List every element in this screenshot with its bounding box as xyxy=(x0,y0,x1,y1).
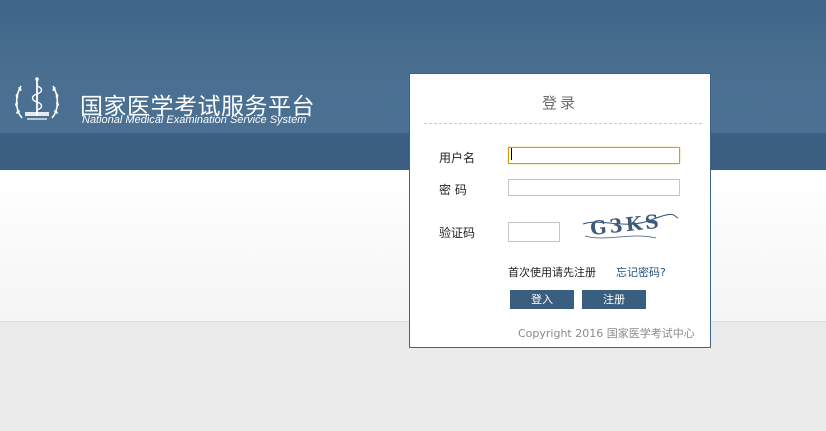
forgot-password-link[interactable]: 忘记密码? xyxy=(616,264,666,280)
password-label: 密 码 xyxy=(439,183,467,197)
register-button[interactable]: 注册 xyxy=(582,290,646,309)
login-button[interactable]: 登入 xyxy=(510,290,574,309)
username-label: 用户名 xyxy=(439,151,476,165)
captcha-label: 验证码 xyxy=(439,226,476,240)
logo-emblem-icon xyxy=(15,77,59,120)
login-panel: 登录 用户名 密 码 验证码 G3KS 首次使用请先注册 忘记密码? 登入 注册… xyxy=(409,73,711,348)
title-divider xyxy=(424,123,702,124)
site-title-en: National Medical Examination Service Sys… xyxy=(82,114,307,126)
login-title: 登录 xyxy=(541,94,578,112)
copyright-text: Copyright 2016 国家医学考试中心 xyxy=(518,327,695,340)
captcha-image[interactable]: G3KS xyxy=(581,208,679,248)
first-use-hint: 首次使用请先注册 xyxy=(508,266,596,279)
username-input[interactable] xyxy=(508,147,680,164)
password-input[interactable] xyxy=(508,179,680,196)
text-caret xyxy=(511,148,512,160)
captcha-input[interactable] xyxy=(508,222,560,242)
